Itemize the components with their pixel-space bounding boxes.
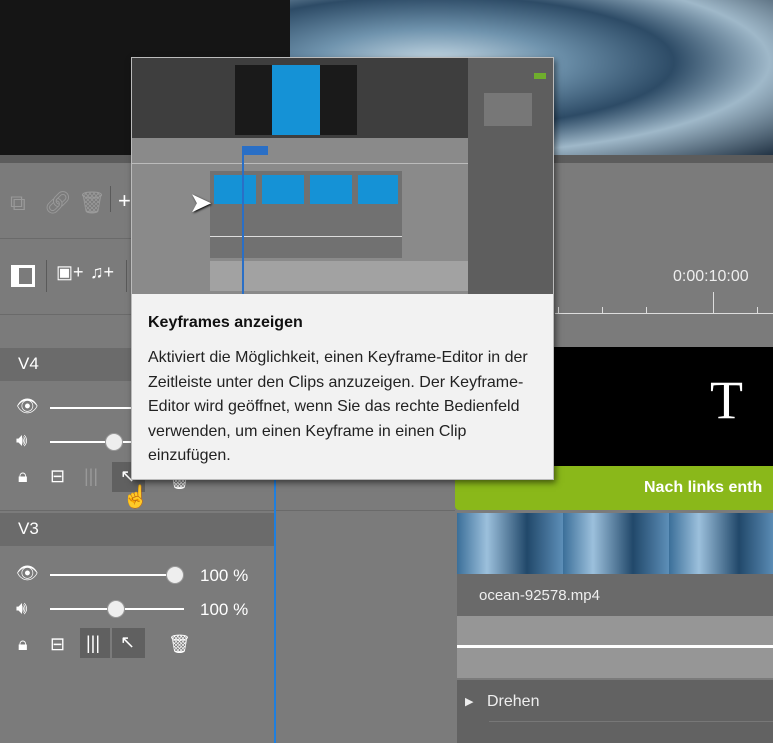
- hand-cursor-icon: ☝: [122, 484, 150, 509]
- title-clip-glyph: T: [710, 370, 743, 430]
- volume-slider-knob[interactable]: [107, 600, 125, 618]
- panel-icon[interactable]: [11, 265, 35, 287]
- trash-icon[interactable]: 🗑︎: [78, 190, 106, 216]
- lock-icon[interactable]: 🔒︎: [18, 466, 28, 487]
- volume-icon[interactable]: 🔊︎: [16, 430, 27, 451]
- volume-value: 100 %: [200, 600, 249, 619]
- eye-icon[interactable]: 👁︎: [16, 396, 39, 417]
- clip-name-bar[interactable]: ocean-92578.mp4: [457, 574, 773, 616]
- delete-track-icon[interactable]: 🗑︎: [168, 634, 191, 655]
- effect-label: Nach links enth: [644, 479, 763, 496]
- tooltip: ➤ Keyframes anzeigen Aktiviert die Mögli…: [131, 57, 554, 480]
- tooltip-illustration: ➤: [132, 58, 553, 294]
- property-section-drehen[interactable]: ▶ Drehen: [457, 680, 773, 743]
- plus-icon[interactable]: +: [118, 188, 131, 214]
- waveform-button[interactable]: |||: [80, 628, 110, 658]
- eye-icon[interactable]: 👁︎: [16, 563, 39, 584]
- waveform-icon[interactable]: |||: [84, 466, 98, 487]
- video-clip-thumbnails[interactable]: [457, 513, 773, 574]
- add-video-track-icon[interactable]: ▣+: [56, 262, 84, 283]
- track-mode-icon[interactable]: ⊟: [50, 466, 65, 487]
- lock-icon[interactable]: 🔒︎: [18, 634, 28, 655]
- property-label: Drehen: [487, 693, 540, 710]
- link-icon[interactable]: 🔗︎: [44, 190, 72, 216]
- opacity-slider-knob[interactable]: [166, 566, 184, 584]
- track-mode-icon[interactable]: ⊟: [50, 634, 65, 655]
- tooltip-body: Aktiviert die Möglichkeit, einen Keyfram…: [148, 349, 528, 464]
- copy-icon[interactable]: ⧉: [10, 190, 26, 216]
- opacity-slider[interactable]: [50, 574, 175, 576]
- track-header-v3[interactable]: V3: [0, 513, 275, 546]
- keyframes-toggle-button[interactable]: ↖: [112, 628, 145, 658]
- opacity-slider[interactable]: [50, 407, 135, 409]
- track-name: V4: [18, 354, 39, 373]
- keyframe-icon: ↖: [120, 632, 136, 652]
- opacity-value: 100 %: [200, 566, 249, 585]
- timeline-ruler[interactable]: 0:00:10:00: [555, 240, 773, 315]
- keyframe-lane[interactable]: [457, 616, 773, 678]
- expand-arrow-icon[interactable]: ▶: [465, 695, 473, 708]
- ruler-time-label: 0:00:10:00: [673, 268, 749, 285]
- add-audio-track-icon[interactable]: ♫+: [90, 262, 114, 283]
- track-name: V3: [18, 519, 39, 538]
- pointer-cursor-icon: ➤: [189, 187, 213, 218]
- waveform-icon: |||: [86, 633, 101, 653]
- volume-icon[interactable]: 🔊︎: [16, 598, 27, 619]
- tooltip-title: Keyframes anzeigen: [148, 314, 303, 331]
- clip-filename: ocean-92578.mp4: [479, 587, 600, 604]
- volume-slider-knob[interactable]: [105, 433, 123, 451]
